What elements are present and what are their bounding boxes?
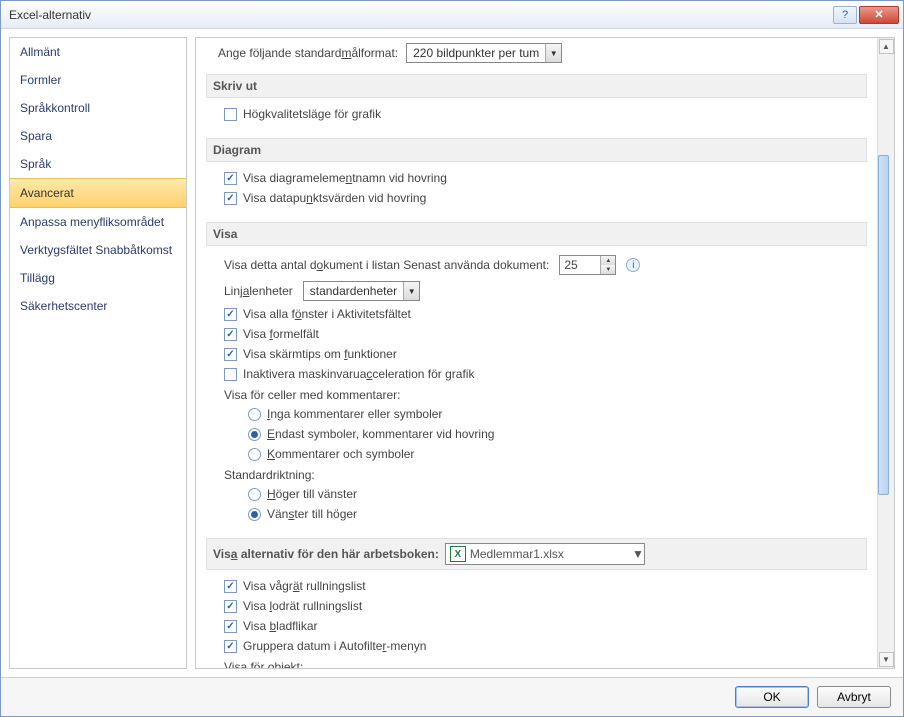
radio-comments-only[interactable]: [248, 428, 261, 441]
label-sheet-tabs: Visa bladflikar: [243, 619, 318, 633]
label-diagram-datavalues: Visa datapunktsvärden vid hovring: [243, 191, 426, 205]
chevron-down-icon: ▼: [403, 282, 419, 300]
sidebar-item-avancerat[interactable]: Avancerat: [10, 178, 186, 208]
label-comments-group: Visa för celler med kommentarer:: [224, 384, 861, 404]
excel-file-icon: X: [450, 546, 466, 562]
label-formula-bar: Visa formelfält: [243, 327, 319, 341]
scrollbar[interactable]: ▲ ▼: [877, 38, 894, 668]
label-screentips: Visa skärmtips om funktioner: [243, 347, 397, 361]
select-workbook[interactable]: X Medlemmar1.xlsx ▼: [445, 543, 645, 565]
label-ruler-units: Linjalenheter: [224, 284, 293, 298]
content-wrap: Ange följande standardmålformat: 220 bil…: [195, 37, 895, 669]
checkbox-hwaccel[interactable]: [224, 368, 237, 381]
default-image-format-label: Ange följande standardmålformat:: [218, 46, 398, 60]
checkbox-sheet-tabs[interactable]: [224, 620, 237, 633]
label-recent-docs: Visa detta antal dokument i listan Senas…: [224, 258, 549, 272]
sidebar-item-snabbatkomst[interactable]: Verktygsfältet Snabbåtkomst: [10, 236, 186, 264]
label-group-dates: Gruppera datum i Autofilter-menyn: [243, 639, 426, 653]
scroll-down-icon[interactable]: ▼: [879, 652, 894, 667]
label-hq-graphics: Högkvalitetsläge för grafik: [243, 107, 381, 121]
sidebar-item-allmant[interactable]: Allmänt: [10, 38, 186, 66]
label-diagram-elementnames: Visa diagramelementnamn vid hovring: [243, 171, 447, 185]
radio-direction-ltr[interactable]: [248, 508, 261, 521]
section-head-diagram: Diagram: [206, 138, 867, 162]
spinner-down-icon[interactable]: ▼: [601, 265, 615, 274]
section-head-visa: Visa: [206, 222, 867, 246]
sidebar-item-anpassa[interactable]: Anpassa menyfliksområdet: [10, 208, 186, 236]
dialog-window: Excel-alternativ ? ✕ Allmänt Formler Spr…: [0, 0, 904, 717]
scroll-up-icon[interactable]: ▲: [879, 39, 894, 54]
content: Ange följande standardmålformat: 220 bil…: [196, 38, 877, 668]
label-direction-ltr: Vänster till höger: [267, 507, 357, 521]
label-objects-group: Visa för objekt:: [224, 656, 861, 668]
checkbox-hscroll[interactable]: [224, 580, 237, 593]
checkbox-vscroll[interactable]: [224, 600, 237, 613]
sidebar-item-tillagg[interactable]: Tillägg: [10, 264, 186, 292]
label-all-windows: Visa alla fönster i Aktivitetsfältet: [243, 307, 411, 321]
checkbox-diagram-datavalues[interactable]: [224, 192, 237, 205]
ok-button[interactable]: OK: [735, 686, 809, 708]
label-direction-group: Standardriktning:: [224, 464, 861, 484]
label-direction-rtl: Höger till vänster: [267, 487, 357, 501]
radio-comments-none[interactable]: [248, 408, 261, 421]
checkbox-diagram-elementnames[interactable]: [224, 172, 237, 185]
default-image-format-row: Ange följande standardmålformat: 220 bil…: [206, 40, 867, 66]
sidebar-item-spara[interactable]: Spara: [10, 122, 186, 150]
spinner-recent-docs[interactable]: 25 ▲ ▼: [559, 255, 616, 275]
section-head-print: Skriv ut: [206, 74, 867, 98]
section-head-workbook: Visa alternativ för den här arbetsboken:…: [206, 538, 867, 570]
sidebar-item-formler[interactable]: Formler: [10, 66, 186, 94]
chevron-down-icon: ▼: [632, 547, 644, 561]
close-button[interactable]: ✕: [859, 6, 899, 24]
select-ruler-units[interactable]: standardenheter ▼: [303, 281, 420, 301]
dialog-footer: OK Avbryt: [1, 677, 903, 716]
checkbox-group-dates[interactable]: [224, 640, 237, 653]
label-comments-all: Kommentarer och symboler: [267, 447, 414, 461]
checkbox-hq-graphics[interactable]: [224, 108, 237, 121]
radio-comments-all[interactable]: [248, 448, 261, 461]
titlebar: Excel-alternativ ? ✕: [1, 1, 903, 29]
window-title: Excel-alternativ: [9, 8, 831, 22]
default-image-format-select[interactable]: 220 bildpunkter per tum ▼: [406, 43, 562, 63]
label-hscroll: Visa vågrät rullningslist: [243, 579, 366, 593]
sidebar-item-sprak[interactable]: Språk: [10, 150, 186, 178]
sidebar-item-sprakkontroll[interactable]: Språkkontroll: [10, 94, 186, 122]
scroll-thumb[interactable]: [878, 155, 889, 495]
label-comments-only: Endast symboler, kommentarer vid hovring: [267, 427, 494, 441]
checkbox-all-windows[interactable]: [224, 308, 237, 321]
info-icon[interactable]: i: [626, 258, 640, 272]
checkbox-screentips[interactable]: [224, 348, 237, 361]
cancel-button[interactable]: Avbryt: [817, 686, 891, 708]
checkbox-formula-bar[interactable]: [224, 328, 237, 341]
spinner-up-icon[interactable]: ▲: [601, 256, 615, 265]
sidebar: Allmänt Formler Språkkontroll Spara Språ…: [9, 37, 187, 669]
chevron-down-icon: ▼: [545, 44, 561, 62]
sidebar-item-sakerhetscenter[interactable]: Säkerhetscenter: [10, 292, 186, 320]
label-vscroll: Visa lodrät rullningslist: [243, 599, 362, 613]
label-hwaccel: Inaktivera maskinvaruacceleration för gr…: [243, 367, 474, 381]
help-button[interactable]: ?: [833, 6, 857, 24]
label-comments-none: Inga kommentarer eller symboler: [267, 407, 442, 421]
dialog-body: Allmänt Formler Språkkontroll Spara Språ…: [1, 29, 903, 677]
radio-direction-rtl[interactable]: [248, 488, 261, 501]
